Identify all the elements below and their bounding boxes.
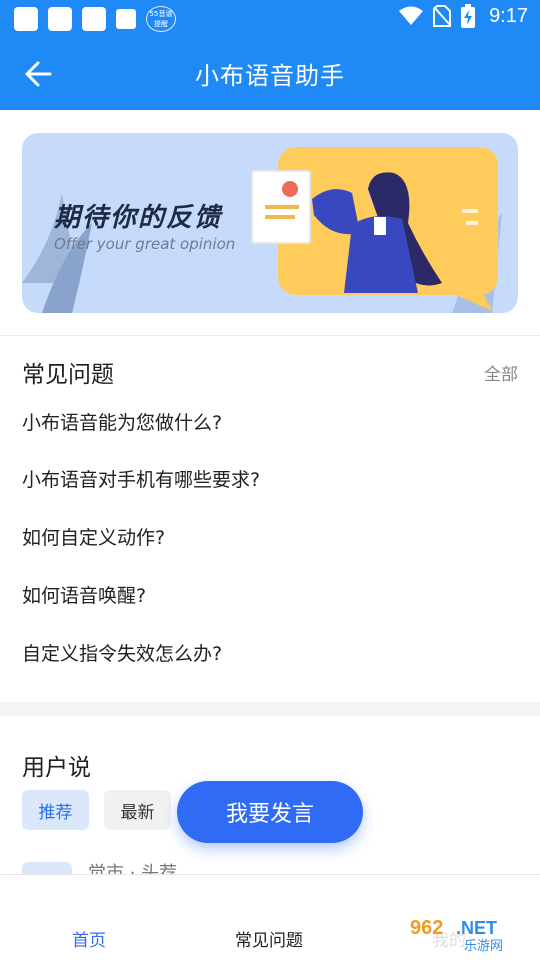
tab-latest[interactable]: 最新 [104, 790, 171, 830]
avatar [22, 862, 72, 874]
nav-item-faq[interactable]: 常见问题 [235, 926, 303, 951]
battery-charging-icon [461, 4, 476, 28]
app-bar: 小布语音助手 [0, 36, 540, 110]
notification-icon [48, 7, 72, 31]
notification-icon [116, 9, 136, 29]
wifi-icon [399, 6, 424, 25]
post-preview-text: 觉市 · 头荐 [88, 863, 178, 874]
faq-item[interactable]: 自定义指令失效怎么办? [22, 639, 222, 666]
user-say-title: 用户说 [22, 755, 91, 781]
banner-subtitle: Offer your great opinion [54, 235, 236, 253]
faq-section-title: 常见问题 [22, 362, 114, 388]
speak-button[interactable]: 我要发言 [177, 781, 363, 843]
badge-bottom-text: 提醒 [154, 20, 168, 28]
svg-text:962: 962 [410, 917, 443, 939]
badge-top-text: 55音谱 [149, 10, 173, 18]
feedback-banner[interactable]: 期待你的反馈 Offer your great opinion [22, 133, 518, 313]
clock: 9:17 [489, 4, 528, 27]
system-status: 9:17 [399, 4, 528, 28]
notification-icon [82, 7, 106, 31]
faq-item[interactable]: 小布语音能为您做什么? [22, 408, 222, 435]
faq-view-all-link[interactable]: 全部 [484, 360, 518, 385]
divider [0, 335, 540, 336]
svg-text:乐游网: 乐游网 [464, 939, 503, 954]
notification-icons: 55音谱 提醒 [14, 6, 176, 32]
watermark-logo: 962 .NET 乐游网 [404, 914, 534, 954]
section-separator [0, 702, 540, 716]
app-badge-icon: 55音谱 提醒 [146, 6, 176, 32]
svg-text:.NET: .NET [456, 918, 497, 938]
banner-title: 期待你的反馈 [54, 203, 223, 233]
faq-item[interactable]: 小布语音对手机有哪些要求? [22, 465, 260, 492]
tab-recommended[interactable]: 推荐 [22, 790, 89, 830]
page-title: 小布语音助手 [195, 62, 345, 90]
status-bar: 55音谱 提醒 9:17 [0, 0, 540, 36]
notification-icon [14, 7, 38, 31]
no-sim-icon [433, 5, 452, 27]
faq-item[interactable]: 如何自定义动作? [22, 523, 165, 550]
faq-item[interactable]: 如何语音唤醒? [22, 581, 146, 608]
nav-item-home[interactable]: 首页 [72, 926, 106, 951]
